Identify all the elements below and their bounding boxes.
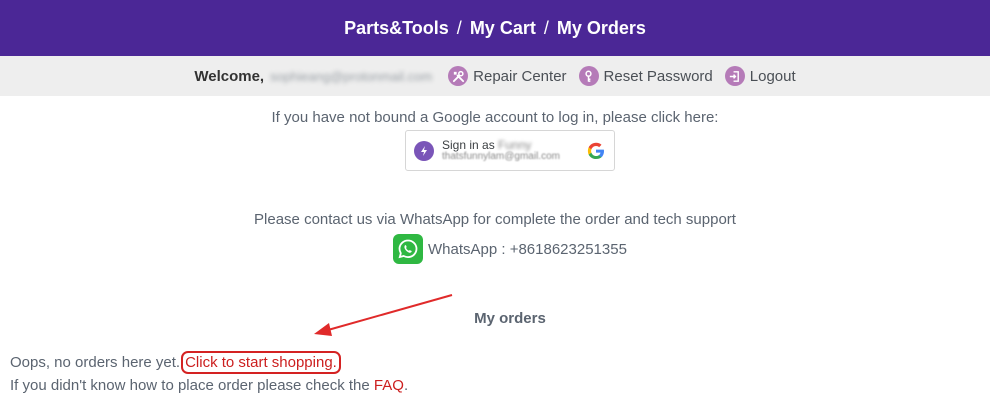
whatsapp-icon [393, 234, 423, 264]
my-orders-title: My orders [474, 310, 546, 327]
repair-center-link[interactable]: Repair Center [448, 66, 567, 86]
whatsapp-number: WhatsApp : +8618623251355 [428, 240, 627, 258]
tools-icon [448, 66, 469, 86]
google-account-name: Funny [498, 137, 532, 152]
nav-separator: / [543, 17, 549, 38]
logout-icon [724, 66, 745, 86]
google-sign-in-text: Sign in as Funny thatsfunnylam@gmail.com [442, 139, 560, 163]
sign-in-prefix: Sign in as [442, 137, 495, 152]
start-shopping-link[interactable]: Click to start shopping. [181, 351, 341, 374]
nav-separator: / [456, 17, 462, 38]
user-email: sophieang@protonmail.com [270, 68, 433, 84]
whatsapp-contact[interactable]: WhatsApp : +8618623251355 [393, 234, 627, 264]
order-help-text: If you didn't know how to place order pl… [10, 377, 370, 394]
faq-link[interactable]: FAQ [374, 377, 404, 394]
welcome-label: Welcome, [194, 67, 265, 85]
nav-my-orders[interactable]: My Orders [557, 18, 646, 39]
top-nav-bar: Parts&Tools / My Cart / My Orders [0, 0, 990, 56]
google-g-icon [586, 141, 606, 166]
user-bar: Welcome, sophieang@protonmail.com Repair… [0, 56, 990, 96]
logout-link[interactable]: Logout [724, 66, 796, 86]
google-bind-note: If you have not bound a Google account t… [271, 109, 719, 126]
lightning-avatar-icon [414, 140, 434, 161]
google-account-email: thatsfunnylam@gmail.com [442, 150, 560, 162]
google-sign-in-button[interactable]: Sign in as Funny thatsfunnylam@gmail.com [405, 130, 615, 171]
reset-password-label: Reset Password [603, 67, 713, 85]
order-help-message: If you didn't know how to place order pl… [10, 377, 408, 394]
empty-orders-text: Oops, no orders here yet. [10, 354, 181, 371]
whatsapp-contact-note: Please contact us via WhatsApp for compl… [254, 211, 736, 228]
help-end-punct: . [403, 377, 409, 394]
nav-parts-tools[interactable]: Parts&Tools [344, 18, 449, 39]
nav-my-cart[interactable]: My Cart [470, 18, 536, 39]
reset-password-link[interactable]: Reset Password [578, 66, 713, 86]
sign-in-line: Sign in as Funny [442, 139, 560, 151]
logout-label: Logout [749, 67, 796, 85]
empty-orders-message: Oops, no orders here yet. Click to start … [10, 351, 341, 374]
key-icon [578, 66, 599, 86]
repair-center-label: Repair Center [473, 67, 567, 85]
